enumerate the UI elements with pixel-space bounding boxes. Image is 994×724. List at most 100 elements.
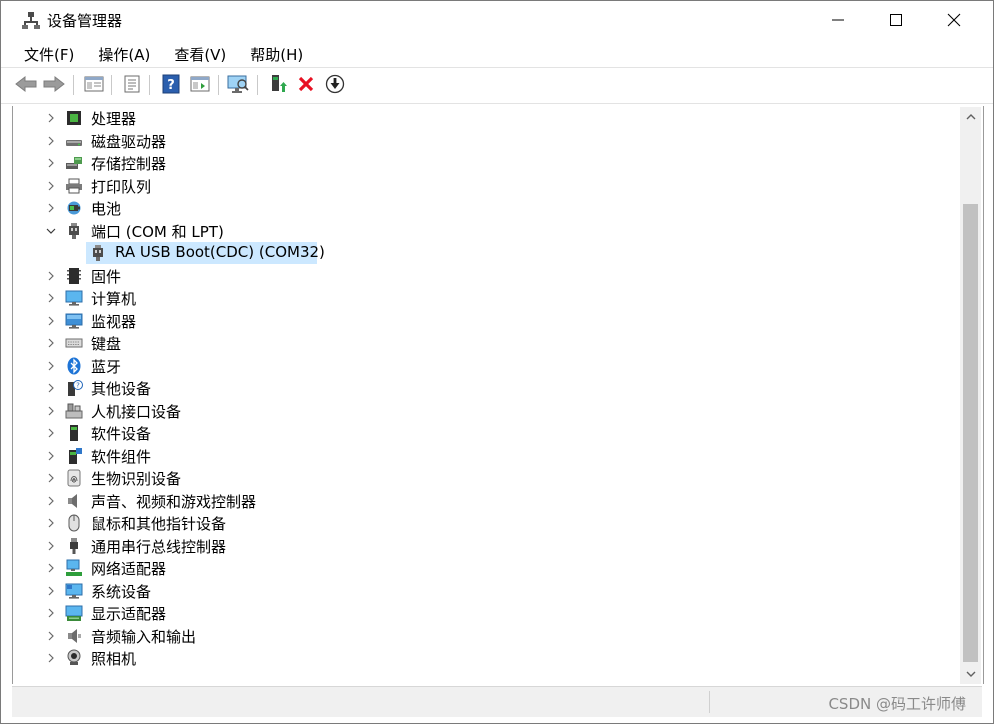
tree-node[interactable]: 端口 (COM 和 LPT) — [13, 220, 958, 242]
chevron-right-icon — [48, 383, 54, 393]
tree-node[interactable]: 系统设备 — [13, 580, 958, 602]
tree-node[interactable]: 电池 — [13, 197, 958, 219]
chevron-right-icon — [48, 518, 54, 528]
tree-node[interactable]: 蓝牙 — [13, 355, 958, 377]
computer-icon — [65, 290, 83, 306]
expand-toggle[interactable] — [44, 471, 58, 485]
tree-node[interactable]: 网络适配器 — [13, 557, 958, 579]
mouse-icon — [68, 514, 80, 532]
tree-node-label: 人机接口设备 — [91, 403, 182, 421]
hid-icon — [65, 403, 83, 419]
expand-toggle[interactable] — [44, 606, 58, 620]
expand-toggle[interactable] — [44, 651, 58, 665]
expand-toggle[interactable] — [44, 381, 58, 395]
expand-toggle[interactable] — [44, 561, 58, 575]
scroll-thumb[interactable] — [963, 204, 978, 662]
other-devices-icon: ? — [68, 380, 83, 396]
expand-toggle[interactable] — [44, 449, 58, 463]
expand-toggle[interactable] — [44, 291, 58, 305]
tree-node[interactable]: 键盘 — [13, 332, 958, 354]
expand-toggle[interactable] — [44, 426, 58, 440]
show-hide-tree-button[interactable] — [83, 73, 105, 95]
expand-toggle[interactable] — [44, 201, 58, 215]
device-tree[interactable]: 处理器磁盘驱动器 存储控制器 打印队列 电池端口 (COM 和 LPT) RA USB … — [12, 106, 984, 684]
uninstall-device-button[interactable] — [295, 73, 317, 95]
expand-toggle[interactable] — [44, 584, 58, 598]
tree-node[interactable]: 照相机 — [13, 647, 958, 669]
sound-icon — [68, 494, 77, 508]
storage-controller-icon — [66, 157, 82, 169]
tree-node[interactable]: 计算机 — [13, 287, 958, 309]
scroll-up-button[interactable] — [960, 107, 981, 127]
expand-toggle[interactable] — [44, 314, 58, 328]
menu-view[interactable]: 查看(V) — [161, 42, 237, 66]
tree-node[interactable]: 处理器 — [13, 107, 958, 129]
close-button[interactable] — [925, 1, 983, 39]
tree-node[interactable]: 存储控制器 — [13, 152, 958, 174]
tree-node[interactable]: 显示适配器 — [13, 602, 958, 624]
menu-action[interactable]: 操作(A) — [85, 42, 161, 66]
expand-toggle[interactable] — [44, 111, 58, 125]
tree-node[interactable]: 音频输入和输出 — [13, 625, 958, 647]
tree-child-node-selected[interactable]: RA USB Boot(CDC) (COM32) — [13, 242, 958, 264]
tree-node[interactable]: ? 其他设备 — [13, 377, 958, 399]
expand-toggle[interactable] — [44, 516, 58, 530]
tree-node[interactable]: 生物识别设备 — [13, 467, 958, 489]
display-adapter-icon — [65, 605, 83, 621]
menu-help[interactable]: 帮助(H) — [237, 42, 314, 66]
tree-node[interactable]: 人机接口设备 — [13, 400, 958, 422]
expand-toggle[interactable] — [44, 269, 58, 283]
chevron-right-icon — [48, 361, 54, 371]
bluetooth-icon — [67, 357, 81, 375]
expand-toggle[interactable] — [44, 134, 58, 148]
tree-node-label: 蓝牙 — [91, 358, 122, 376]
tree-node[interactable]: 鼠标和其他指针设备 — [13, 512, 958, 534]
action-pane-button[interactable] — [189, 73, 211, 95]
tree-node[interactable]: 固件 — [13, 265, 958, 287]
tree-node-label: 其他设备 — [91, 380, 152, 398]
keyboard-icon — [65, 338, 83, 348]
expand-toggle[interactable] — [44, 404, 58, 418]
vertical-scrollbar[interactable] — [960, 107, 981, 684]
back-button[interactable] — [15, 73, 37, 95]
maximize-button[interactable] — [867, 1, 925, 39]
tree-node-label: 端口 (COM 和 LPT) — [91, 223, 224, 241]
toolbar-separator — [149, 75, 150, 95]
system-device-icon — [65, 583, 83, 599]
tree-node[interactable]: 声音、视频和游戏控制器 — [13, 490, 958, 512]
tree-node[interactable]: 通用串行总线控制器 — [13, 535, 958, 557]
forward-button[interactable] — [43, 73, 65, 95]
update-driver-button[interactable] — [267, 73, 289, 95]
tree-node-label: 系统设备 — [91, 583, 152, 601]
menu-file[interactable]: 文件(F) — [11, 42, 85, 66]
tree-node-label: 显示适配器 — [91, 605, 167, 623]
disable-device-button[interactable] — [324, 73, 346, 95]
expand-toggle[interactable] — [44, 336, 58, 350]
window-title: 设备管理器 — [47, 12, 123, 30]
scroll-down-button[interactable] — [960, 664, 981, 684]
chevron-right-icon — [48, 563, 54, 573]
help-button[interactable]: ? — [160, 73, 182, 95]
chevron-down-icon — [46, 228, 56, 234]
expand-toggle[interactable] — [44, 156, 58, 170]
minimize-button[interactable] — [809, 1, 867, 39]
expand-toggle[interactable] — [44, 539, 58, 553]
tree-node[interactable]: 打印队列 — [13, 175, 958, 197]
expand-toggle[interactable] — [44, 359, 58, 373]
tree-node[interactable]: 软件组件 — [13, 445, 958, 467]
tree-node[interactable]: 磁盘驱动器 — [13, 130, 958, 152]
collapse-toggle[interactable] — [44, 224, 58, 238]
title-bar[interactable]: 设备管理器 — [1, 1, 993, 39]
chevron-right-icon — [48, 293, 54, 303]
tree-node-label: 磁盘驱动器 — [91, 133, 167, 151]
tree-node[interactable]: 软件设备 — [13, 422, 958, 444]
expand-toggle[interactable] — [44, 179, 58, 193]
expand-toggle[interactable] — [44, 629, 58, 643]
status-divider — [709, 691, 710, 713]
scan-hardware-button[interactable] — [227, 73, 249, 95]
tree-node[interactable]: 监视器 — [13, 310, 958, 332]
expand-toggle[interactable] — [44, 494, 58, 508]
maximize-icon — [890, 14, 902, 26]
battery-icon — [67, 201, 81, 215]
properties-button[interactable] — [121, 73, 143, 95]
